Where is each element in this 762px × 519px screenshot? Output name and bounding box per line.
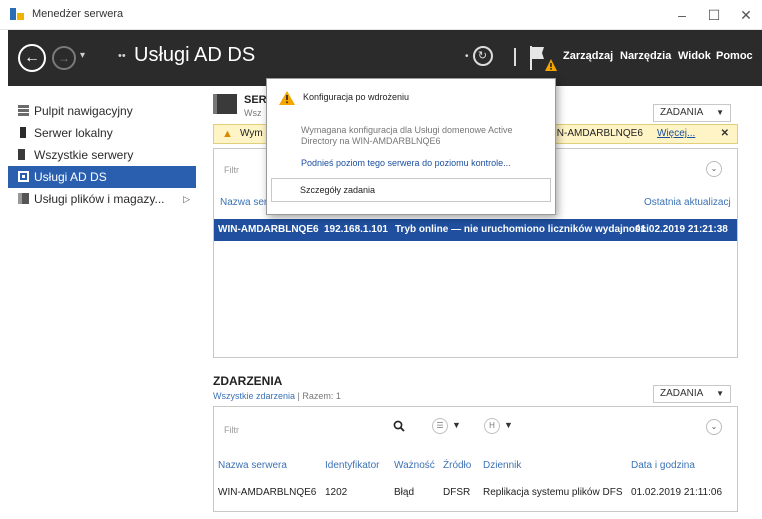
sidebar-item-label: Serwer lokalny xyxy=(34,126,113,140)
column-id[interactable]: Identyfikator xyxy=(325,460,379,471)
events-section-subtitle: Wszystkie zdarzenia | Razem: 1 xyxy=(213,391,341,401)
event-severity: Błąd xyxy=(394,487,415,498)
tasks-label: ZADANIA xyxy=(660,107,704,118)
breadcrumb-arrows-icon: •• xyxy=(118,50,126,62)
promote-server-link[interactable]: Podnieś poziom tego serwera do poziomu k… xyxy=(301,158,511,168)
forward-button[interactable]: → xyxy=(52,46,76,70)
maximize-button[interactable]: ☐ xyxy=(700,4,728,26)
back-button[interactable]: ← xyxy=(18,44,46,72)
row-updated: 01.02.2019 21:21:38 xyxy=(635,224,728,235)
caret-down-icon[interactable]: ▼ xyxy=(452,420,461,430)
servers-section-subtitle: Wsz xyxy=(244,108,262,118)
notification-popup: Konfiguracja po wdrożeniu Wymagana konfi… xyxy=(266,78,556,215)
dashboard-icon xyxy=(18,105,29,116)
expand-chevron-icon[interactable]: ⌄ xyxy=(706,161,722,177)
warning-icon xyxy=(279,91,295,105)
popup-message: Wymagana konfiguracja dla Usługi domenow… xyxy=(301,125,513,146)
page-title: Usługi AD DS xyxy=(134,44,256,66)
caret-down-icon: ▼ xyxy=(716,389,724,398)
warning-icon: ▲ xyxy=(222,128,233,140)
expand-arrow-icon[interactable]: ▷ xyxy=(183,188,190,210)
events-all-link[interactable]: Wszystkie zdarzenia xyxy=(213,391,295,401)
column-last-update[interactable]: Ostatnia aktualizacj xyxy=(644,197,731,208)
menu-tools[interactable]: Narzędzia xyxy=(620,50,671,62)
row-ip: 192.168.1.101 xyxy=(324,224,388,235)
caret-down-icon[interactable]: ▼ xyxy=(504,420,513,430)
row-server-name: WIN-AMDARBLNQE6 xyxy=(218,224,319,235)
events-filter-input[interactable]: Filtr xyxy=(224,425,239,435)
servers-section-title: SER xyxy=(244,94,267,106)
notifications-flag-button[interactable] xyxy=(526,44,558,74)
events-section-title: ZDARZENIA xyxy=(213,374,283,388)
column-server-name[interactable]: Nazwa ser xyxy=(220,197,267,208)
event-server-name[interactable]: WIN-AMDARBLNQE6 xyxy=(218,487,316,498)
ad-ds-icon xyxy=(18,171,29,182)
sidebar-item-local-server[interactable]: Serwer lokalny xyxy=(8,122,196,144)
tasks-label: ZADANIA xyxy=(660,388,704,399)
event-source: DFSR xyxy=(443,487,471,498)
sidebar-item-all-servers[interactable]: Wszystkie serwery xyxy=(8,144,196,166)
minimize-button[interactable]: – xyxy=(668,4,696,26)
header-separator xyxy=(514,48,516,66)
h-options-icon[interactable]: H xyxy=(484,418,500,434)
sidebar-item-ad-ds[interactable]: Usługi AD DS xyxy=(8,166,196,188)
search-icon[interactable] xyxy=(393,420,405,432)
popup-title: Konfiguracja po wdrożeniu xyxy=(303,92,410,102)
caret-down-icon: ▼ xyxy=(716,108,724,117)
servers-section-icon xyxy=(213,94,237,114)
refresh-icon: ↻ xyxy=(472,46,493,66)
sidebar-item-dashboard[interactable]: Pulpit nawigacyjny xyxy=(8,100,196,122)
file-services-icon xyxy=(18,193,29,204)
column-server-name[interactable]: Nazwa serwera xyxy=(218,460,287,471)
column-severity[interactable]: Ważność xyxy=(394,460,435,471)
servers-icon xyxy=(18,149,29,160)
events-tasks-button[interactable]: ZADANIA ▼ xyxy=(653,385,731,403)
sidebar-item-label: Pulpit nawigacyjny xyxy=(34,104,133,118)
events-total: Razem: 1 xyxy=(302,391,341,401)
sidebar: Pulpit nawigacyjny Serwer lokalny Wszyst… xyxy=(8,100,196,210)
menu-help[interactable]: Pomoc xyxy=(716,50,753,62)
menu-view[interactable]: Widok xyxy=(678,50,711,62)
event-id: 1202 xyxy=(325,487,348,498)
menu-manage[interactable]: Zarządzaj xyxy=(563,50,613,62)
sidebar-item-label: Usługi AD DS xyxy=(34,170,107,184)
expand-chevron-icon[interactable]: ⌄ xyxy=(706,419,722,435)
warning-text: Wym xyxy=(240,128,263,139)
column-log[interactable]: Dziennik xyxy=(483,460,521,471)
history-dropdown-icon[interactable]: ▾ xyxy=(80,50,85,61)
sidebar-item-label: Wszystkie serwery xyxy=(34,148,134,162)
sidebar-item-label: Usługi plików i magazy... xyxy=(34,192,165,206)
row-status: Tryb online — nie uruchomiono liczników … xyxy=(395,224,649,235)
server-icon xyxy=(20,127,26,138)
task-details-button[interactable]: Szczegóły zadania xyxy=(271,178,551,202)
event-log: Replikacja systemu plików DFS xyxy=(483,487,623,498)
warning-close-icon[interactable]: ✕ xyxy=(721,125,729,143)
column-source[interactable]: Źródło xyxy=(443,460,471,471)
more-link[interactable]: Więcej... xyxy=(657,125,695,143)
window-titlebar: Menedżer serwera – ☐ ✕ xyxy=(0,0,762,30)
close-button[interactable]: ✕ xyxy=(732,4,760,26)
column-datetime[interactable]: Data i godzina xyxy=(631,460,695,471)
event-datetime: 01.02.2019 21:11:06 xyxy=(631,487,723,498)
servers-filter-input[interactable]: Filtr xyxy=(224,165,239,175)
warning-server-name: IN-AMDARBLNQE6 xyxy=(554,128,643,139)
refresh-dot-icon: • xyxy=(465,50,469,62)
flag-warning-icon xyxy=(530,46,557,71)
window-title: Menedżer serwera xyxy=(32,8,124,20)
sidebar-item-file-services[interactable]: Usługi plików i magazy... ▷ xyxy=(8,188,196,210)
table-row[interactable]: WIN-AMDARBLNQE6 192.168.1.101 Tryb onlin… xyxy=(214,219,737,241)
refresh-button[interactable]: • ↻ xyxy=(465,46,493,66)
list-options-icon[interactable]: ☰ xyxy=(432,418,448,434)
server-manager-icon xyxy=(10,8,24,20)
servers-tasks-button[interactable]: ZADANIA ▼ xyxy=(653,104,731,122)
